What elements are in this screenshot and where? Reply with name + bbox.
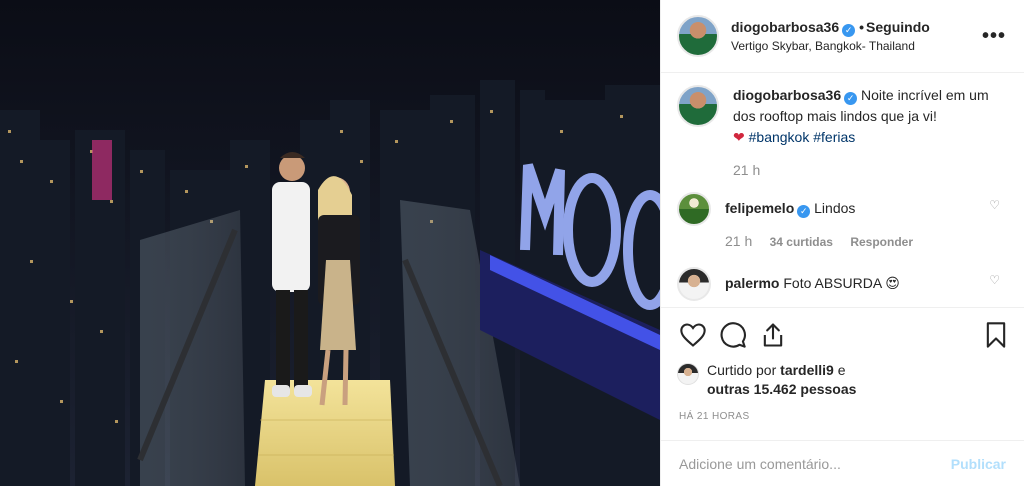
follow-status-button[interactable]: Seguindo <box>866 19 930 35</box>
instagram-post: diogobarbosa36 ✓ • Seguindo Vertigo Skybar,… <box>0 0 1024 486</box>
author-avatar[interactable] <box>677 15 719 57</box>
share-icon[interactable] <box>759 321 787 349</box>
post-timestamp[interactable]: HÁ 21 HORAS <box>661 399 1024 439</box>
commenter-avatar[interactable] <box>677 192 711 226</box>
caption-meta: 21 h <box>733 160 1008 182</box>
likes-prefix: Curtido por <box>707 362 777 378</box>
caption-avatar[interactable] <box>677 85 719 127</box>
likes-summary: Curtido por tardelli9 e outras 15.462 pe… <box>661 361 1024 399</box>
comment-like-heart-icon[interactable]: ♡ <box>989 273 1000 287</box>
liker-username[interactable]: tardelli9 <box>780 362 834 378</box>
comment-like-heart-icon[interactable]: ♡ <box>989 198 1000 212</box>
post-side-panel: diogobarbosa36 ✓ • Seguindo Vertigo Skybar,… <box>660 0 1024 486</box>
verified-badge-icon: ✓ <box>842 23 856 37</box>
comment-likes[interactable]: 34 curtidas <box>770 235 833 249</box>
caption-username[interactable]: diogobarbosa36 <box>733 87 841 103</box>
likes-text: Curtido por tardelli9 e outras 15.462 pe… <box>707 361 856 399</box>
comment-item: felipemelo ✓ Lindos 21 h 34 curtidas Resp… <box>677 192 1008 253</box>
bookmark-icon[interactable] <box>982 321 1010 349</box>
separator-dot: • <box>859 18 865 35</box>
heart-emoji: ❤ <box>733 129 745 145</box>
comment-text: Lindos <box>814 200 856 216</box>
commenter-avatar[interactable] <box>677 267 711 301</box>
more-options-icon[interactable]: ••• <box>982 25 1006 48</box>
comment-icon[interactable] <box>719 321 747 349</box>
add-comment-input[interactable] <box>679 455 951 472</box>
author-info: diogobarbosa36 ✓ • Seguindo Vertigo Skybar,… <box>731 18 982 55</box>
rooftop-night-photo <box>0 0 660 486</box>
likes-suffix: e <box>837 362 846 378</box>
likes-others[interactable]: outras 15.462 pessoas <box>707 381 856 397</box>
publish-button[interactable]: Publicar <box>951 456 1006 472</box>
liker-avatar[interactable] <box>677 363 699 385</box>
heart-icon[interactable] <box>679 321 707 349</box>
comment-time[interactable]: 21 h <box>725 233 752 249</box>
verified-badge-icon: ✓ <box>797 205 811 218</box>
comment-body: felipemelo ✓ Lindos 21 h 34 curtidas Resp… <box>725 192 1008 253</box>
comment-username[interactable]: palermo <box>725 275 779 291</box>
reply-button[interactable]: Responder <box>850 235 913 249</box>
post-photo[interactable] <box>0 0 660 486</box>
post-location[interactable]: Vertigo Skybar, Bangkok- Thailand <box>731 37 982 55</box>
author-username[interactable]: diogobarbosa36 <box>731 19 839 35</box>
caption-body: diogobarbosa36 ✓ Noite incrível em um dos… <box>733 85 1008 182</box>
post-header: diogobarbosa36 ✓ • Seguindo Vertigo Skybar,… <box>661 0 1024 73</box>
caption-item: diogobarbosa36 ✓ Noite incrível em um dos… <box>677 85 1008 182</box>
heart-eyes-emoji: 😍 <box>885 275 900 291</box>
action-bar <box>661 307 1024 361</box>
comments-list: diogobarbosa36 ✓ Noite incrível em um dos… <box>661 73 1024 307</box>
comment-text: Foto ABSURDA <box>783 275 882 291</box>
comment-meta: 21 h 34 curtidas Responder <box>725 231 1008 253</box>
add-comment-bar: Publicar <box>661 440 1024 486</box>
caption-time[interactable]: 21 h <box>733 162 760 178</box>
comment-body: palermo Foto ABSURDA 😍 <box>725 267 1008 294</box>
comment-item: palermo Foto ABSURDA 😍 ♡ <box>677 267 1008 301</box>
hashtag-bangkok[interactable]: #bangkok <box>749 129 810 145</box>
verified-badge-icon: ✓ <box>844 92 858 105</box>
hashtag-ferias[interactable]: #ferias <box>813 129 855 145</box>
comment-username[interactable]: felipemelo <box>725 200 794 216</box>
